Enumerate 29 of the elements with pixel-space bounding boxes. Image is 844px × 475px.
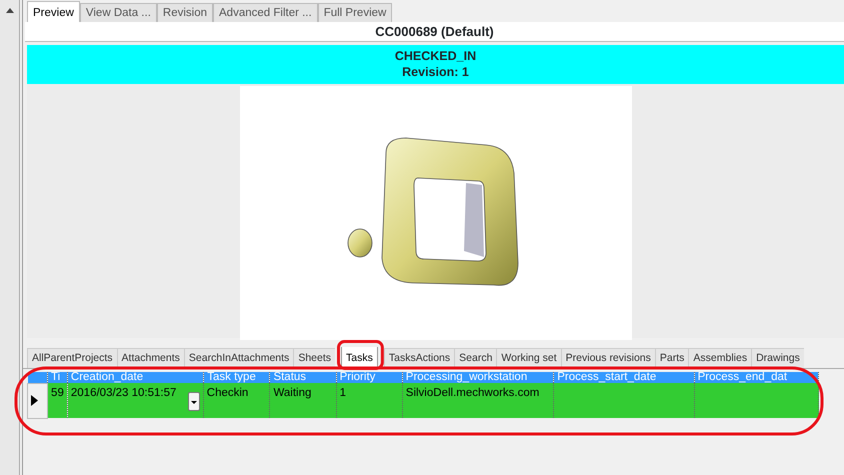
- tab[interactable]: Previous revisions: [560, 348, 655, 368]
- document-title: CC000689 (Default): [25, 22, 844, 42]
- tab[interactable]: View Data ...: [80, 3, 157, 22]
- revision-label: Revision: 1: [401, 64, 470, 80]
- scroll-up-icon[interactable]: [6, 8, 14, 13]
- tab[interactable]: Revision: [156, 3, 214, 22]
- tab[interactable]: Tasks: [341, 347, 378, 368]
- tab[interactable]: Assemblies: [688, 348, 752, 368]
- tab[interactable]: Full Preview: [318, 3, 392, 22]
- tab[interactable]: TasksActions: [384, 348, 454, 368]
- tab[interactable]: Sheets: [293, 348, 336, 368]
- tab[interactable]: Preview: [27, 1, 80, 22]
- tab[interactable]: SearchInAttachments: [184, 348, 294, 368]
- tab[interactable]: Search: [454, 348, 496, 368]
- table-cell-text: 2016/03/23 10:51:57: [70, 386, 176, 401]
- table-cell: 59: [51, 387, 64, 399]
- tab[interactable]: Advanced Filter ...: [213, 3, 318, 22]
- tab[interactable]: Working set: [496, 348, 561, 368]
- tab[interactable]: Drawings: [751, 348, 804, 368]
- table-cell: Checkin: [206, 387, 248, 399]
- tab[interactable]: Attachments: [116, 348, 184, 368]
- tab[interactable]: Parts: [654, 348, 688, 368]
- caret-icon: [190, 401, 197, 404]
- tab[interactable]: AllParentProjects: [27, 348, 117, 368]
- dropdown-button[interactable]: [188, 392, 200, 411]
- table-cell: 1: [340, 387, 346, 399]
- table-cell: SilvioDell.mechworks.com: [406, 387, 540, 399]
- checkin-state: CHECKED_IN: [394, 48, 478, 64]
- table-cell: Waiting: [273, 387, 312, 399]
